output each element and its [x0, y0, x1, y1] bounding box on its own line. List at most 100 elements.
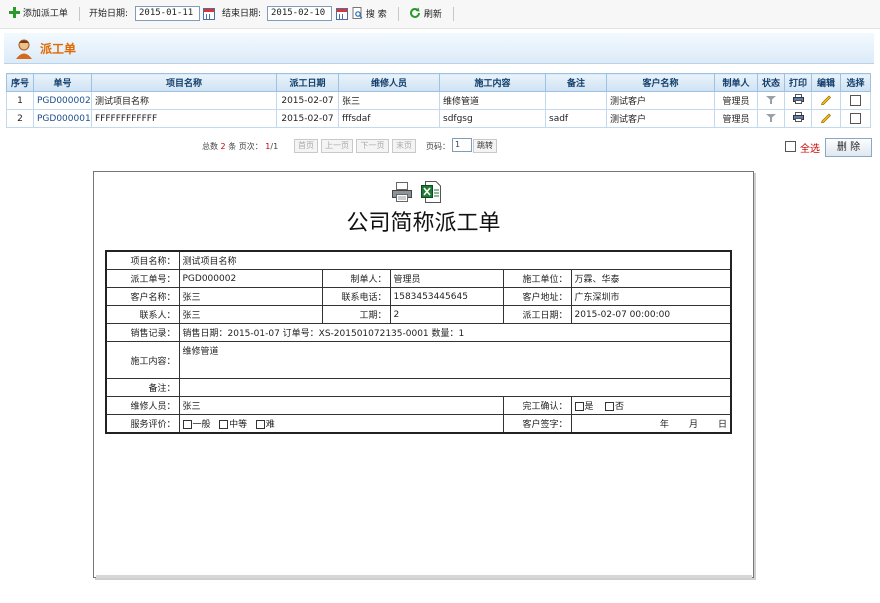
value-creator: 管理员 — [389, 269, 504, 288]
label-creator: 制单人： — [321, 269, 391, 288]
pager-total-suffix: 条 页次： — [228, 142, 263, 151]
rating-box — [255, 420, 265, 429]
rating-box — [219, 420, 229, 429]
worker-icon — [13, 38, 35, 60]
row-checkbox[interactable] — [850, 113, 861, 124]
column-header: 项目名称 — [91, 73, 277, 92]
cell-repairer: fffsdaf — [338, 109, 440, 128]
value-rating: 一般 中等 难 — [178, 414, 504, 434]
column-header: 施工内容 — [439, 73, 546, 92]
table-row: 1 PGD000002 测试项目名称 2015-02-07 张三 维修管道 测试… — [6, 91, 871, 110]
next-page-button[interactable]: 下一页 — [356, 139, 389, 153]
year-label: 年 — [659, 420, 669, 430]
start-date-label: 开始日期: — [89, 9, 129, 19]
column-header: 选择 — [840, 73, 871, 92]
confirm-no-box — [604, 402, 614, 411]
calendar-icon[interactable] — [203, 8, 215, 20]
calendar-icon[interactable] — [336, 8, 348, 20]
jump-button[interactable]: 跳转 — [473, 139, 497, 153]
label-phone: 联系电话： — [321, 287, 391, 306]
column-header: 维修人员 — [338, 73, 440, 92]
form-row: 服务评价： 一般 中等 难 客户签字： 年 月 日 — [105, 414, 732, 434]
value-remark — [178, 378, 732, 397]
pager-summary: 总数 2 条 页次： 1/1 — [202, 141, 278, 153]
day-label: 日 — [718, 420, 728, 430]
cell-repairer: 张三 — [338, 91, 440, 110]
status-flag-icon — [766, 113, 776, 125]
value-unit: 万霖、华泰 — [570, 269, 732, 288]
first-page-button[interactable]: 首页 — [294, 139, 318, 153]
cell-dispatch-date: 2015-02-07 — [276, 109, 339, 128]
cell-creator: 管理员 — [714, 91, 758, 110]
form-row: 备注： — [105, 378, 732, 397]
plus-icon — [9, 7, 20, 18]
status-cell — [757, 91, 785, 110]
delete-button[interactable]: 删 除 — [825, 138, 872, 157]
cell-content: 维修管道 — [439, 91, 546, 110]
print-cell — [784, 109, 812, 128]
printer-icon[interactable] — [792, 112, 804, 125]
add-dispatch-label: 添加派工单 — [22, 9, 68, 19]
add-dispatch-button[interactable]: 添加派工单 — [9, 7, 68, 21]
goto-page-input[interactable]: 1 — [452, 138, 472, 152]
value-signature-date: 年 月 日 — [570, 414, 732, 434]
dispatch-form: 项目名称： 测试项目名称 派工单号： PGD000002 制单人： 管理员 施工… — [105, 250, 733, 434]
prev-page-button[interactable]: 上一页 — [321, 139, 353, 153]
start-date-input[interactable]: 2015-01-11 — [135, 6, 200, 21]
cell-content: sdfgsg — [439, 109, 546, 128]
toolbar-divider — [79, 7, 80, 21]
edit-cell — [811, 91, 841, 110]
value-contact: 张三 — [178, 305, 323, 324]
form-row: 客户名称： 张三 联系电话： 1583453445645 客户地址： 广东深圳市 — [105, 287, 732, 306]
print-cell — [784, 91, 812, 110]
printer-icon[interactable] — [792, 94, 804, 107]
cell-order-no[interactable]: PGD000002 — [33, 91, 92, 110]
value-order-no: PGD000002 — [178, 269, 323, 288]
label-remark: 备注： — [105, 378, 180, 397]
refresh-icon — [409, 7, 421, 19]
printer-icon[interactable] — [391, 181, 413, 203]
search-icon — [352, 7, 363, 19]
rating-label: 难 — [265, 420, 275, 430]
page-header: 派工单 — [4, 33, 874, 64]
select-all-label[interactable]: 全选 — [800, 140, 820, 155]
column-header: 备注 — [545, 73, 607, 92]
value-period: 2 — [389, 305, 504, 324]
cell-remark: sadf — [545, 109, 607, 128]
label-contact: 联系人： — [105, 305, 180, 324]
label-customer: 客户名称： — [105, 287, 180, 306]
column-header: 单号 — [33, 73, 92, 92]
pencil-icon[interactable] — [820, 95, 832, 108]
cell-order-no[interactable]: PGD000001 — [33, 109, 92, 128]
toolbar-divider — [398, 7, 399, 21]
status-cell — [757, 109, 785, 128]
refresh-button[interactable]: 刷新 — [409, 7, 442, 21]
cell-creator: 管理员 — [714, 109, 758, 128]
row-checkbox[interactable] — [850, 95, 861, 106]
last-page-button[interactable]: 末页 — [392, 139, 416, 153]
cell-index: 2 — [6, 109, 34, 128]
cell-dispatch-date: 2015-02-07 — [276, 91, 339, 110]
label-signature: 客户签字： — [502, 414, 572, 434]
document-title: 公司简称派工单 — [346, 211, 501, 236]
excel-icon[interactable] — [421, 181, 441, 203]
column-header: 编辑 — [811, 73, 841, 92]
value-dispatch-date: 2015-02-07 00:00:00 — [570, 305, 732, 324]
label-address: 客户地址： — [502, 287, 572, 306]
pencil-icon[interactable] — [820, 113, 832, 126]
table-header-row: 序号 单号 项目名称 派工日期 维修人员 施工内容 备注 客户名称 制单人 状态… — [6, 73, 871, 92]
page-title: 派工单 — [40, 42, 77, 56]
column-header: 打印 — [784, 73, 812, 92]
pager-of-total: /1 — [270, 142, 279, 151]
edit-cell — [811, 109, 841, 128]
value-project: 测试项目名称 — [178, 250, 732, 270]
refresh-label: 刷新 — [423, 10, 442, 20]
select-all-checkbox[interactable] — [785, 141, 796, 152]
rating-label: 中等 — [229, 420, 248, 430]
search-button[interactable]: 搜 索 — [352, 7, 387, 21]
end-date-input[interactable]: 2015-02-10 — [267, 6, 332, 21]
status-flag-icon — [766, 95, 776, 107]
end-date-label: 结束日期: — [222, 9, 262, 19]
cell-remark — [545, 91, 607, 110]
cell-index: 1 — [6, 91, 34, 110]
